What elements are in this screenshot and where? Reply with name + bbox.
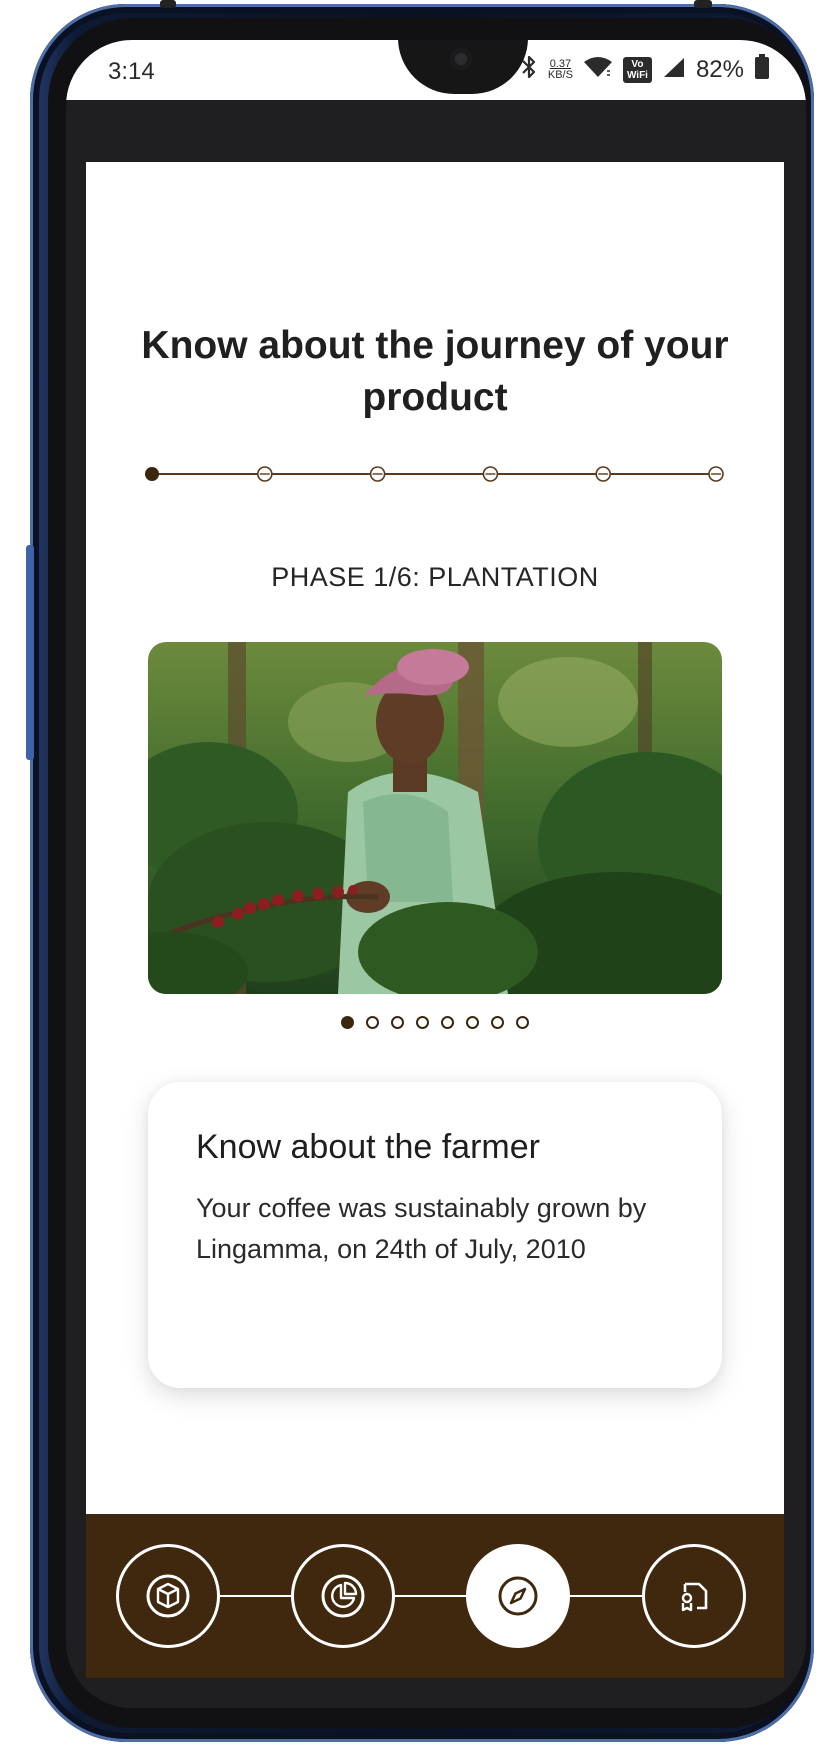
- journey-timeline: [145, 466, 724, 482]
- nav-journey-button[interactable]: [466, 1544, 570, 1648]
- vowifi-top-label: Vo: [631, 58, 644, 70]
- carousel-dot-5[interactable]: [441, 1016, 454, 1029]
- status-time: 3:14: [108, 58, 155, 85]
- timeline-step-1[interactable]: [145, 467, 159, 481]
- battery-percent: 82%: [695, 55, 744, 83]
- status-bar: 3:14 0.37 KB/S Vo WiFi 82%: [66, 40, 806, 100]
- vowifi-icon: Vo WiFi: [622, 56, 652, 83]
- nav-certificate-button[interactable]: [642, 1544, 746, 1648]
- side-button-top: [160, 0, 176, 8]
- carousel-dot-6[interactable]: [466, 1016, 479, 1029]
- card-title: Know about the farmer: [196, 1128, 540, 1166]
- card-body: Your coffee was sustainably grown by Lin…: [196, 1193, 647, 1264]
- carousel-dots: [86, 1016, 784, 1029]
- certificate-icon: [681, 1582, 708, 1612]
- vowifi-bottom-label: WiFi: [626, 69, 648, 81]
- nav-package-button[interactable]: [116, 1544, 220, 1648]
- network-speed: 0.37 KB/S: [547, 57, 573, 81]
- status-icons: 0.37 KB/S Vo WiFi 82%: [520, 54, 770, 85]
- compass-icon: [498, 1576, 538, 1616]
- pie-chart-icon: [321, 1574, 365, 1618]
- app-content: Know about the journey of your product P…: [86, 162, 784, 1514]
- package-icon: [146, 1574, 190, 1618]
- page-title: Know about the journey of your product: [141, 324, 729, 419]
- carousel-dot-1[interactable]: [341, 1016, 354, 1029]
- bluetooth-icon: [520, 54, 538, 85]
- nav-analytics-button[interactable]: [291, 1544, 395, 1648]
- gesture-area: [66, 1678, 806, 1708]
- farmer-photo-illustration: [148, 642, 722, 994]
- carousel-dot-4[interactable]: [416, 1016, 429, 1029]
- camera-icon: [450, 48, 472, 70]
- bottom-nav: [86, 1514, 784, 1678]
- network-speed-value: 0.37: [549, 57, 572, 70]
- side-button-volume: [26, 545, 34, 760]
- signal-icon: [662, 56, 686, 83]
- phone-screen: 3:14 0.37 KB/S Vo WiFi 82% Know about th…: [66, 40, 806, 1708]
- battery-icon: [754, 54, 770, 85]
- farmer-info-card: Know about the farmer Your coffee was su…: [148, 1082, 722, 1388]
- farmer-photo: [148, 642, 722, 994]
- phase-label: PHASE 1/6: PLANTATION: [271, 562, 599, 592]
- network-speed-unit: KB/S: [547, 68, 573, 81]
- wifi-icon: [583, 55, 613, 84]
- carousel-dot-7[interactable]: [491, 1016, 504, 1029]
- front-camera-notch: [398, 40, 528, 94]
- carousel-dot-3[interactable]: [391, 1016, 404, 1029]
- side-button-top-right: [694, 0, 712, 8]
- carousel-dot-8[interactable]: [516, 1016, 529, 1029]
- carousel-dot-2[interactable]: [366, 1016, 379, 1029]
